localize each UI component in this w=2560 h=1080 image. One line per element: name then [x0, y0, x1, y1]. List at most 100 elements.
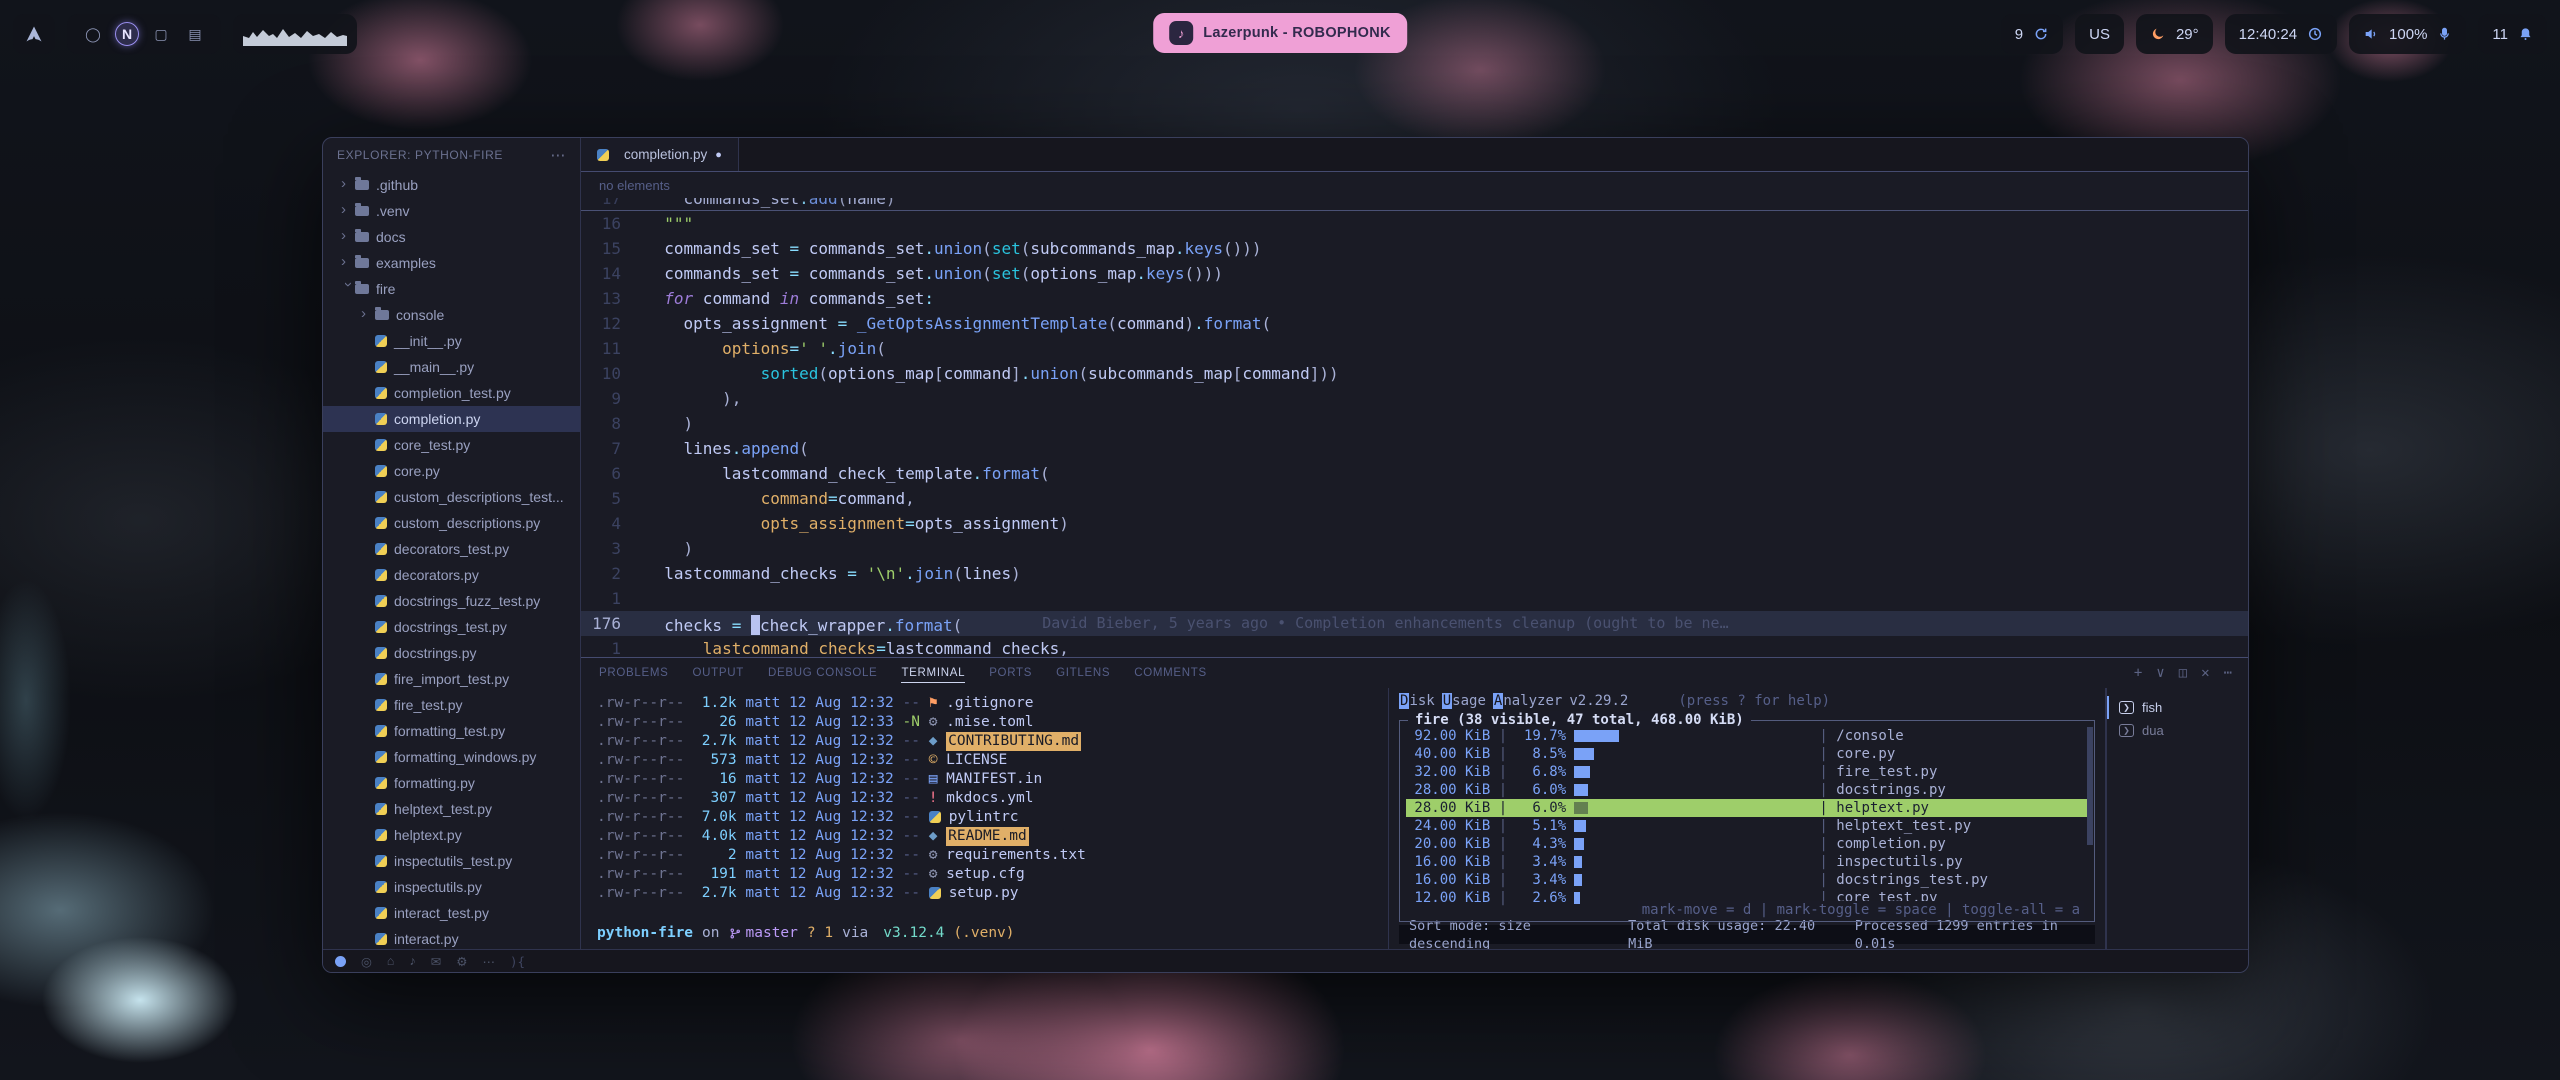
- dua-row[interactable]: 16.00 KiB | 3.4% | inspectutils.py: [1406, 853, 2088, 871]
- tree-item[interactable]: › completion.py: [323, 406, 580, 432]
- dua-row[interactable]: 92.00 KiB | 19.7% | /console: [1406, 727, 2088, 745]
- dua-row[interactable]: 16.00 KiB | 3.4% | docstrings_test.py: [1406, 871, 2088, 889]
- tree-item[interactable]: › decorators.py: [323, 562, 580, 588]
- tree-item[interactable]: › fire: [323, 276, 580, 302]
- tree-item[interactable]: › helptext.py: [323, 822, 580, 848]
- python-file-icon: [375, 569, 387, 581]
- status-bar-icon[interactable]: ⚙: [456, 954, 467, 969]
- clock-widget[interactable]: 12:40:24: [2225, 14, 2337, 54]
- status-bar-icon[interactable]: ✉: [431, 954, 441, 969]
- chevron-icon: ›: [341, 223, 355, 249]
- panel-action-icon[interactable]: +: [2134, 665, 2142, 681]
- code-line: 11 options=' '.join(: [581, 336, 2248, 361]
- modified-dot-icon[interactable]: ●: [715, 149, 722, 161]
- tree-item[interactable]: › fire_import_test.py: [323, 666, 580, 692]
- panel-tab[interactable]: TERMINAL: [901, 663, 965, 683]
- terminal-list-item[interactable]: ❯ dua: [2107, 719, 2248, 742]
- tree-item[interactable]: › docstrings_test.py: [323, 614, 580, 640]
- tree-item[interactable]: › .github: [323, 172, 580, 198]
- panel-action-icon[interactable]: ∨: [2156, 665, 2164, 681]
- tree-item[interactable]: › completion_test.py: [323, 380, 580, 406]
- python-file-icon: [375, 413, 387, 425]
- file-permissions: .rw-r--r--: [597, 808, 693, 827]
- tree-item[interactable]: › helptext_test.py: [323, 796, 580, 822]
- tree-item[interactable]: › interact_test.py: [323, 900, 580, 926]
- file-size: 307: [693, 789, 737, 808]
- tab-completion-py[interactable]: completion.py ●: [581, 138, 739, 171]
- python-file-icon: [375, 491, 387, 503]
- tree-item[interactable]: › __main__.py: [323, 354, 580, 380]
- workspace-icon[interactable]: N: [115, 22, 139, 46]
- workspace-icon[interactable]: ▢: [149, 22, 173, 46]
- status-bar-icon[interactable]: ⌂: [387, 954, 395, 968]
- tree-item[interactable]: › interact.py: [323, 926, 580, 949]
- music-player-widget[interactable]: ♪ Lazerpunk - ROBOPHONK: [1153, 13, 1407, 53]
- notifications-widget[interactable]: 11: [2478, 14, 2547, 54]
- file-size: 4.0k: [693, 827, 737, 846]
- file-listing-row: .rw-r--r-- 7.0k matt 12 Aug 12:32 -- pyl…: [597, 808, 1388, 827]
- tree-item[interactable]: › formatting.py: [323, 770, 580, 796]
- tree-item[interactable]: › fire_test.py: [323, 692, 580, 718]
- app-launcher-button[interactable]: [13, 14, 55, 54]
- remote-indicator-icon[interactable]: [335, 956, 346, 967]
- panel-tab[interactable]: PORTS: [989, 663, 1032, 683]
- tree-item[interactable]: › docstrings_fuzz_test.py: [323, 588, 580, 614]
- terminal-dua[interactable]: Disk Usage Analyzer v2.29.2 (press ? for…: [1389, 688, 2105, 949]
- status-bar-icon[interactable]: ◎: [361, 954, 372, 969]
- file-listing-row: .rw-r--r-- 4.0k matt 12 Aug 12:32 -- ◆ R…: [597, 827, 1388, 846]
- tree-item[interactable]: › inspectutils_test.py: [323, 848, 580, 874]
- dua-row[interactable]: 28.00 KiB | 6.0% | helptext.py: [1406, 799, 2088, 817]
- tree-item[interactable]: › console: [323, 302, 580, 328]
- line-text: commands_set.add(name): [645, 198, 895, 211]
- line-text: commands_set = commands_set.union(set(su…: [645, 236, 1262, 261]
- tree-item[interactable]: › custom_descriptions_test...: [323, 484, 580, 510]
- tree-item[interactable]: › core.py: [323, 458, 580, 484]
- panel-action-icon[interactable]: ⋯: [2224, 665, 2232, 681]
- dua-row[interactable]: 32.00 KiB | 6.8% | fire_test.py: [1406, 763, 2088, 781]
- file-name: .gitignore: [946, 694, 1033, 713]
- status-bar-icon[interactable]: ♪: [409, 954, 415, 968]
- panel-action-icon[interactable]: ✕: [2201, 665, 2209, 681]
- tree-item[interactable]: › inspectutils.py: [323, 874, 580, 900]
- breadcrumb[interactable]: no elements: [581, 172, 2248, 198]
- tree-item[interactable]: › docstrings.py: [323, 640, 580, 666]
- tree-item[interactable]: › core_test.py: [323, 432, 580, 458]
- panel-tab[interactable]: PROBLEMS: [599, 663, 669, 683]
- tree-item[interactable]: › formatting_windows.py: [323, 744, 580, 770]
- tree-item[interactable]: › docs: [323, 224, 580, 250]
- dua-row[interactable]: 24.00 KiB | 5.1% | helptext_test.py: [1406, 817, 2088, 835]
- panel-tab[interactable]: GITLENS: [1056, 663, 1110, 683]
- code-editor[interactable]: 17 commands_set.add(name) 16 """ 1: [581, 198, 2248, 657]
- tree-item-label: console: [396, 302, 444, 328]
- terminal-fish[interactable]: .rw-r--r-- 1.2k matt 12 Aug 12:32 -- ⚑ .…: [581, 688, 1388, 949]
- terminal-list-item[interactable]: ❯ fish: [2107, 696, 2248, 719]
- file-type-icon: ◆: [929, 732, 946, 751]
- explorer-more-icon[interactable]: ⋯: [550, 146, 566, 164]
- file-listing-row: .rw-r--r-- 191 matt 12 Aug 12:32 -- ⚙ se…: [597, 865, 1388, 884]
- status-bar-icon[interactable]: ⋯: [482, 954, 495, 969]
- tree-item[interactable]: › .venv: [323, 198, 580, 224]
- panel-action-icon[interactable]: ◫: [2179, 665, 2187, 681]
- panel-tab[interactable]: DEBUG CONSOLE: [768, 663, 877, 683]
- updates-widget[interactable]: 9: [2001, 14, 2063, 54]
- file-date: 12 Aug 12:32: [789, 751, 902, 770]
- dua-scrollbar[interactable]: [2087, 727, 2093, 845]
- keyboard-layout-widget[interactable]: US: [2075, 14, 2124, 54]
- code-line: 6 lastcommand_check_template.format(: [581, 461, 2248, 486]
- volume-widget[interactable]: 100%: [2349, 14, 2466, 54]
- panel-tab[interactable]: COMMENTS: [1134, 663, 1207, 683]
- tree-item[interactable]: › __init__.py: [323, 328, 580, 354]
- tree-item[interactable]: › examples: [323, 250, 580, 276]
- panel-tab[interactable]: OUTPUT: [693, 663, 744, 683]
- weather-widget[interactable]: 29°: [2136, 14, 2213, 54]
- tree-item[interactable]: › formatting_test.py: [323, 718, 580, 744]
- tree-item[interactable]: › custom_descriptions.py: [323, 510, 580, 536]
- dua-row[interactable]: 40.00 KiB | 8.5% | core.py: [1406, 745, 2088, 763]
- dua-row[interactable]: 20.00 KiB | 4.3% | completion.py: [1406, 835, 2088, 853]
- workspace-icon[interactable]: ◯: [81, 22, 105, 46]
- workspace-icon[interactable]: ▤: [183, 22, 207, 46]
- file-size: 191: [693, 865, 737, 884]
- dua-row[interactable]: 28.00 KiB | 6.0% | docstrings.py: [1406, 781, 2088, 799]
- code-line: 8 ): [581, 411, 2248, 436]
- tree-item[interactable]: › decorators_test.py: [323, 536, 580, 562]
